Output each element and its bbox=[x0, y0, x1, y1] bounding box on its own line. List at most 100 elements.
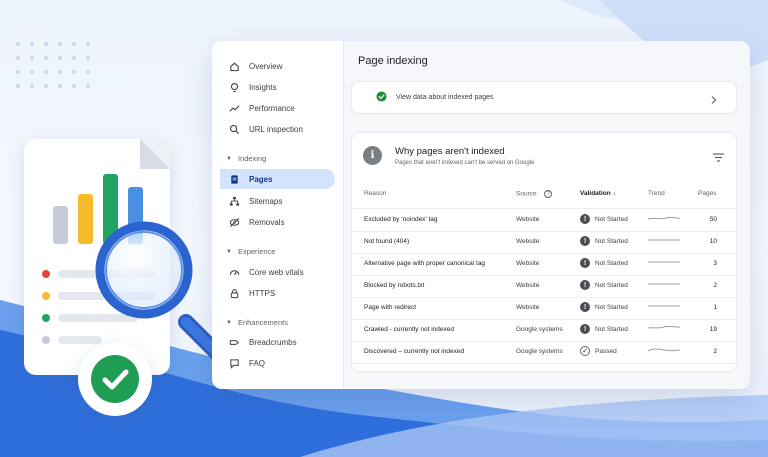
removals-icon bbox=[228, 216, 240, 228]
table-row[interactable]: Crawled - currently not indexed Google sy… bbox=[352, 319, 738, 342]
info-icon: i bbox=[363, 146, 382, 165]
validation-label: Not Started bbox=[595, 281, 628, 289]
check-circle-icon bbox=[376, 89, 387, 107]
sidebar-item-https[interactable]: HTTPS bbox=[220, 283, 335, 303]
sidebar: Overview Insights Performance URL inspec… bbox=[212, 41, 344, 389]
column-header-pages[interactable]: Pages bbox=[698, 190, 716, 197]
sidebar-item-pages[interactable]: Pages bbox=[220, 169, 335, 189]
sidebar-item-label: Overview bbox=[249, 61, 283, 71]
sidebar-item-label: Pages bbox=[249, 174, 273, 184]
trend-sparkline bbox=[648, 261, 680, 263]
sidebar-item-label: Breadcrumbs bbox=[249, 337, 297, 347]
sidebar-group-enhancements[interactable]: ▼ Enhancements bbox=[226, 318, 288, 327]
row-validation: ! Not Started bbox=[580, 236, 628, 246]
sidebar-item-label: HTTPS bbox=[249, 288, 276, 298]
sidebar-group-experience[interactable]: ▼ Experience bbox=[226, 247, 275, 256]
indexed-pages-link-card[interactable]: View data about indexed pages bbox=[351, 81, 737, 114]
lock-icon bbox=[228, 287, 240, 299]
sidebar-item-insights[interactable]: Insights bbox=[220, 77, 335, 97]
row-pages: 50 bbox=[709, 216, 717, 223]
passed-icon: ✓ bbox=[580, 346, 590, 356]
pages-icon bbox=[228, 173, 240, 185]
home-icon bbox=[228, 60, 240, 72]
sitemap-icon bbox=[228, 195, 240, 207]
not-indexed-card: i Why pages aren't indexed Pages that ar… bbox=[351, 132, 738, 372]
row-validation: ! Not Started bbox=[580, 258, 628, 268]
sidebar-item-sitemaps[interactable]: Sitemaps bbox=[220, 191, 335, 211]
row-reason: Excluded by ‘noindex’ tag bbox=[364, 216, 438, 223]
sidebar-item-removals[interactable]: Removals bbox=[220, 212, 335, 232]
row-source: Google systems bbox=[516, 348, 563, 355]
table-row[interactable]: Excluded by ‘noindex’ tag Website! Not Sta… bbox=[352, 209, 738, 232]
sidebar-item-performance[interactable]: Performance bbox=[220, 98, 335, 118]
group-label: Enhancements bbox=[237, 318, 288, 327]
legend-dot-red bbox=[42, 270, 50, 278]
help-icon[interactable]: ? bbox=[544, 190, 553, 198]
sidebar-item-faq[interactable]: FAQ bbox=[220, 353, 335, 373]
column-header-trend[interactable]: Trend bbox=[648, 190, 665, 197]
row-reason: Not found (404) bbox=[364, 238, 410, 245]
row-pages: 3 bbox=[713, 260, 717, 267]
row-validation: ! Not Started bbox=[580, 302, 628, 312]
column-header-label: Validation bbox=[580, 190, 611, 197]
table-row[interactable]: Discovered – currently not indexed Google… bbox=[352, 341, 738, 364]
page-fold bbox=[140, 139, 170, 169]
column-header-label: Source bbox=[516, 190, 537, 198]
not-started-icon: ! bbox=[580, 280, 590, 290]
search-console-panel: Overview Insights Performance URL inspec… bbox=[212, 41, 750, 389]
not-started-icon: ! bbox=[580, 214, 590, 224]
legend-dot-gray bbox=[42, 336, 50, 344]
filter-icon[interactable] bbox=[713, 149, 724, 167]
column-header-reason[interactable]: Reason bbox=[364, 190, 386, 197]
table-row[interactable]: Not found (404) Website! Not Started 10 bbox=[352, 231, 738, 254]
row-source: Website bbox=[516, 282, 540, 289]
validation-label: Not Started bbox=[595, 237, 628, 245]
validation-label: Not Started bbox=[595, 325, 628, 333]
check-icon bbox=[91, 355, 139, 403]
table-row[interactable]: Blocked by robots.txt Website! Not Started… bbox=[352, 275, 738, 298]
not-started-icon: ! bbox=[580, 324, 590, 334]
table-row[interactable]: Alternative page with proper canonical t… bbox=[352, 253, 738, 276]
column-header-source[interactable]: Source ? bbox=[516, 190, 553, 198]
group-label: Experience bbox=[237, 247, 276, 256]
divider bbox=[352, 363, 738, 364]
row-validation: ! Not Started bbox=[580, 214, 628, 224]
collapse-triangle-icon: ▼ bbox=[226, 155, 232, 162]
speed-icon bbox=[228, 266, 240, 278]
not-started-icon: ! bbox=[580, 302, 590, 312]
column-header-validation[interactable]: Validation ↓ bbox=[580, 190, 616, 197]
link-card-text: View data about indexed pages bbox=[396, 94, 494, 101]
row-pages: 2 bbox=[713, 282, 717, 289]
validation-label: Not Started bbox=[595, 303, 628, 311]
sidebar-item-label: Sitemaps bbox=[249, 196, 283, 206]
not-started-icon: ! bbox=[580, 258, 590, 268]
sidebar-item-overview[interactable]: Overview bbox=[220, 56, 335, 76]
row-reason: Page with redirect bbox=[364, 304, 417, 311]
table-row[interactable]: Page with redirect Website! Not Started 1 bbox=[352, 297, 738, 320]
row-validation: ! Not Started bbox=[580, 324, 628, 334]
row-reason: Crawled - currently not indexed bbox=[364, 326, 454, 333]
not-started-icon: ! bbox=[580, 236, 590, 246]
check-badge bbox=[78, 342, 152, 416]
sidebar-item-core-web-vitals[interactable]: Core web vitals bbox=[220, 262, 335, 282]
row-pages: 2 bbox=[713, 348, 717, 355]
row-source: Google systems bbox=[516, 326, 563, 333]
row-pages: 10 bbox=[709, 238, 717, 245]
trend-sparkline bbox=[648, 305, 680, 307]
sidebar-group-indexing[interactable]: ▼ Indexing bbox=[226, 154, 266, 163]
row-reason: Alternative page with proper canonical t… bbox=[364, 260, 486, 267]
chevron-right-icon[interactable] bbox=[710, 92, 718, 110]
sidebar-item-url-inspection[interactable]: URL inspection bbox=[220, 119, 335, 139]
sidebar-item-label: Core web vitals bbox=[249, 267, 304, 277]
validation-label: Not Started bbox=[595, 215, 628, 223]
collapse-triangle-icon: ▼ bbox=[226, 248, 232, 255]
breadcrumbs-icon bbox=[228, 336, 240, 348]
sidebar-item-label: Insights bbox=[249, 82, 277, 92]
sidebar-item-label: URL inspection bbox=[249, 124, 303, 134]
arrow-down-icon: ↓ bbox=[612, 190, 616, 197]
bar-yellow bbox=[78, 194, 93, 244]
page-title: Page indexing bbox=[358, 55, 428, 67]
legend-dot-yellow bbox=[42, 292, 50, 300]
sidebar-item-breadcrumbs[interactable]: Breadcrumbs bbox=[220, 332, 335, 352]
collapse-triangle-icon: ▼ bbox=[226, 319, 232, 326]
